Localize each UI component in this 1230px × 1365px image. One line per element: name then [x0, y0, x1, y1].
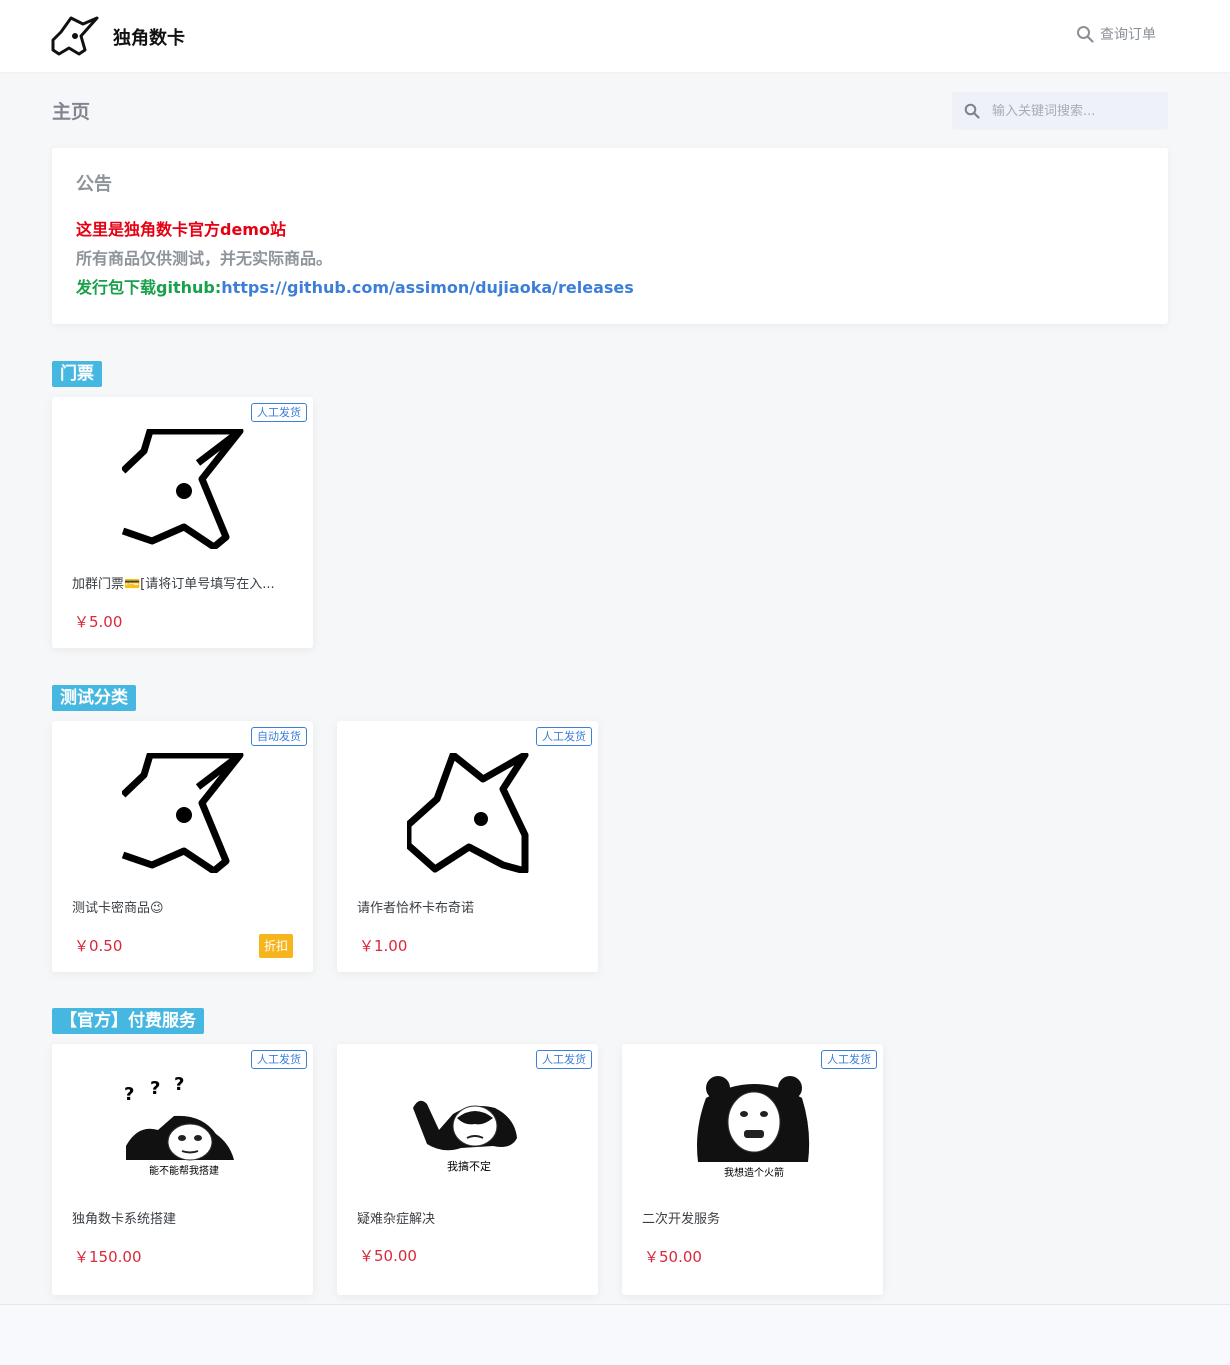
product-card[interactable]: 人工发货 我搞不定 疑难杂症解决 ￥50.00 — [337, 1044, 598, 1295]
svg-text:?: ? — [174, 1074, 184, 1095]
notice-line-test: 所有商品仅供测试，并无实际商品。 — [76, 249, 333, 268]
discount-badge: 折扣 — [258, 934, 293, 958]
product-price: ￥5.00 — [74, 613, 123, 631]
notice-line-download: 发行包下载github:https://github.com/assimon/d… — [76, 274, 634, 298]
category-label-tickets: 门票 — [52, 361, 102, 387]
product-name: 二次开发服务 — [642, 1212, 721, 1227]
search-icon — [964, 103, 980, 119]
top-navbar: 独角数卡 查询订单 — [0, 0, 1230, 72]
panda-caption: 我搞不定 — [447, 1159, 491, 1173]
notice-line-demo: 这里是独角数卡官方demo站 — [76, 220, 286, 239]
product-card[interactable]: 自动发货 测试卡密商品😉 ￥0.50 折扣 — [52, 721, 313, 972]
product-price: ￥150.00 — [74, 1248, 142, 1266]
panda-caption: 我想造个火箭 — [724, 1166, 784, 1179]
query-order-link[interactable]: 查询订单 — [1076, 24, 1156, 44]
product-price: ￥50.00 — [644, 1248, 702, 1266]
download-prefix: 发行包下载github: — [76, 278, 222, 297]
product-name: 加群门票💳[请将订单号填写在入... — [72, 577, 275, 592]
unicorn-logo-icon[interactable] — [51, 14, 103, 58]
product-price: ￥50.00 — [359, 1247, 417, 1265]
product-card[interactable]: 人工发货 加群门票💳[请将订单号填写在入... ￥5.00 — [52, 397, 313, 648]
product-name: 测试卡密商品😉 — [72, 901, 164, 916]
query-order-label: 查询订单 — [1100, 27, 1156, 43]
unicorn-product-image — [122, 429, 244, 549]
product-name: 请作者恰杯卡布奇诺 — [357, 901, 475, 916]
delivery-tag: 人工发货 — [536, 727, 592, 746]
product-card[interactable]: 人工发货 我想造个火箭 二次开发服务 ￥50.00 — [622, 1044, 883, 1295]
panda-meme-image: 我搞不定 — [413, 1100, 517, 1173]
github-release-link[interactable]: https://github.com/assimon/dujiaoka/rele… — [221, 278, 634, 297]
product-name: 疑难杂症解决 — [357, 1212, 436, 1227]
product-name: 独角数卡系统搭建 — [72, 1212, 177, 1227]
delivery-tag: 人工发货 — [536, 1050, 592, 1069]
product-card[interactable]: 人工发货 请作者恰杯卡布奇诺 ￥1.00 — [337, 721, 598, 972]
product-price: ￥0.50 — [74, 937, 123, 955]
search-box[interactable] — [952, 92, 1168, 130]
delivery-tag: 人工发货 — [251, 403, 307, 422]
unicorn-product-image — [122, 753, 244, 873]
search-icon — [1077, 26, 1094, 43]
delivery-tag: 人工发货 — [251, 1050, 307, 1069]
delivery-tag: 人工发货 — [821, 1050, 877, 1069]
page-title: 主页 — [52, 101, 91, 123]
svg-text:?: ? — [124, 1084, 134, 1105]
panda-caption: 能不能帮我搭建 — [149, 1164, 219, 1177]
panda-meme-image: ? ? ? 能不能帮我搭建 — [124, 1074, 234, 1177]
delivery-tag: 自动发货 — [251, 727, 307, 746]
product-card[interactable]: 人工发货 ? ? ? 能不能帮我搭建 独角数卡系统搭建 ￥150.00 — [52, 1044, 313, 1295]
product-price: ￥1.00 — [359, 937, 408, 955]
notice-panel: 公告 这里是独角数卡官方demo站 所有商品仅供测试，并无实际商品。 发行包下载… — [52, 148, 1168, 324]
search-input[interactable] — [992, 103, 1152, 119]
notice-title: 公告 — [76, 174, 112, 195]
category-label-test: 测试分类 — [52, 685, 136, 711]
category-label-paid-services: 【官方】付费服务 — [52, 1008, 204, 1034]
svg-text:?: ? — [150, 1078, 160, 1099]
panda-meme-image: 我想造个火箭 — [697, 1076, 810, 1179]
footer — [0, 1305, 1230, 1365]
unicorn-product-image — [407, 753, 529, 873]
brand-name[interactable]: 独角数卡 — [113, 24, 185, 50]
